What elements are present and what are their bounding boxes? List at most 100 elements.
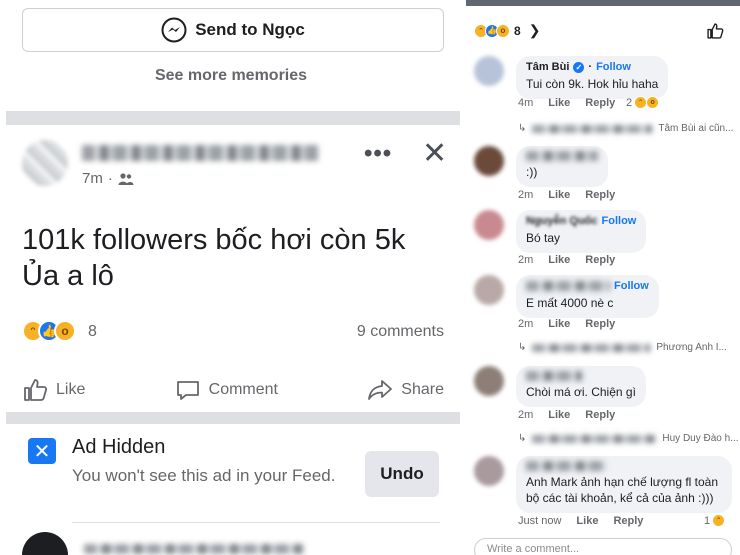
messenger-icon <box>161 17 187 43</box>
haha-icon: ᵔ <box>712 514 726 527</box>
comments-panel: ᵔ 👍 o 8 ❯ Tâm Bùi ✓ · Follow Tui còn 9k.… <box>466 0 740 555</box>
send-to-label: Send to Ngọc <box>195 20 305 39</box>
avatar[interactable] <box>474 210 504 240</box>
comment-time: 2m <box>518 318 534 330</box>
wow-icon: o <box>54 320 76 342</box>
comment-reactions[interactable]: 1 ᵔ <box>704 514 726 527</box>
comment-bubble: Tâm Bùi ✓ · Follow Tui còn 9k. Hok hỉu h… <box>516 56 669 99</box>
comment-time: 2m <box>518 409 534 421</box>
ad-hidden-icon: ✕ <box>28 438 56 464</box>
follow-button[interactable]: Follow <box>602 215 637 227</box>
comment-author[interactable] <box>526 151 598 161</box>
comment-reactions[interactable]: 2 ᵔ o <box>626 96 660 109</box>
post-text-line: 101k followers bốc hơi còn 5k <box>22 224 406 256</box>
verified-icon: ✓ <box>573 61 585 73</box>
reply-preview-text: Tâm Bùi ai cũn... <box>658 123 734 134</box>
thumbs-up-icon <box>24 379 48 401</box>
avatar[interactable] <box>474 146 504 176</box>
comment-bubble: Follow E mất 4000 nè c <box>516 275 659 318</box>
reply-author-avatars <box>532 434 657 443</box>
avatar[interactable] <box>22 532 68 555</box>
post-header: 7m · ••• ✕ <box>22 137 447 192</box>
top-bar <box>466 0 740 6</box>
comment-bubble: Anh Mark ảnh hạn chế lượng fl toàn bộ cá… <box>516 456 732 513</box>
close-icon[interactable]: ✕ <box>422 136 447 171</box>
post-meta: 7m · <box>82 170 134 187</box>
section-divider <box>6 111 460 125</box>
thumbs-up-icon[interactable] <box>706 22 724 40</box>
comment-like-button[interactable]: Like <box>548 189 570 201</box>
reply-preview[interactable]: ↳ Huy Duy Đào h... <box>518 433 739 444</box>
share-icon <box>368 380 393 400</box>
avatar[interactable] <box>474 366 504 396</box>
comment-reply-button[interactable]: Reply <box>585 318 615 330</box>
comment-reply-button[interactable]: Reply <box>613 515 643 527</box>
reply-preview-text: Phương Anh I... <box>656 342 727 353</box>
comment-author[interactable] <box>526 461 606 471</box>
comment-icon <box>176 381 199 400</box>
write-comment-input[interactable]: Write a comment... <box>474 538 732 555</box>
comment-reaction-count: 2 <box>626 96 633 109</box>
reaction-count[interactable]: 8 <box>88 323 97 341</box>
ad-hidden-title: Ad Hidden <box>72 436 166 458</box>
avatar[interactable] <box>474 456 504 486</box>
comment-like-button[interactable]: Like <box>548 254 570 266</box>
comment-label: Comment <box>208 381 278 398</box>
comment-text: E mất 4000 nè c <box>526 296 614 310</box>
like-label: Like <box>56 381 86 398</box>
comment-reply-button[interactable]: Reply <box>585 409 615 421</box>
undo-button[interactable]: Undo <box>365 451 439 497</box>
comment-author[interactable] <box>526 371 582 381</box>
follow-button[interactable]: Follow <box>596 61 631 73</box>
comment-like-button[interactable]: Like <box>548 97 570 109</box>
comment-like-button[interactable]: Like <box>548 409 570 421</box>
comment-author[interactable] <box>526 281 610 291</box>
comment-bubble: Nguyễn Quốc Follow Bó tay <box>516 210 647 253</box>
comment-text: Bó tay <box>526 231 561 245</box>
comment-author[interactable]: Tâm Bùi <box>526 61 569 73</box>
chevron-right-icon: ❯ <box>528 22 541 38</box>
avatar[interactable] <box>474 275 504 305</box>
more-options-icon[interactable]: ••• <box>364 140 392 168</box>
comment-author[interactable]: Nguyễn Quốc <box>526 215 598 227</box>
comment-meta: 2m Like Reply <box>518 254 615 266</box>
send-to-button[interactable]: Send to Ngọc <box>22 8 444 52</box>
share-button[interactable]: Share <box>367 377 444 403</box>
comment-time: 2m <box>518 189 534 201</box>
reply-arrow-icon: ↳ <box>518 433 527 444</box>
comment-reply-button[interactable]: Reply <box>585 189 615 201</box>
next-post-text <box>84 544 304 554</box>
wow-icon: o <box>646 96 660 109</box>
avatar[interactable] <box>474 56 504 86</box>
comment-text: Tui còn 9k. Hok hỉu haha <box>526 77 659 91</box>
comment-meta: 2m Like Reply <box>518 189 615 201</box>
post-text-line: Ủa a lô <box>22 260 114 292</box>
reply-arrow-icon: ↳ <box>518 123 527 134</box>
comment-meta: 2m Like Reply <box>518 409 615 421</box>
follow-button[interactable]: Follow <box>614 280 649 292</box>
avatar[interactable] <box>22 140 68 186</box>
reaction-icons[interactable]: ᵔ 👍 o <box>22 320 76 342</box>
reply-arrow-icon: ↳ <box>518 342 527 353</box>
friends-icon <box>118 172 134 185</box>
reaction-summary[interactable]: ᵔ 👍 o 8 ❯ <box>474 22 540 39</box>
comment-like-button[interactable]: Like <box>576 515 598 527</box>
see-more-memories-link[interactable]: See more memories <box>0 67 462 85</box>
comment-time: 4m <box>518 97 534 109</box>
reply-preview[interactable]: ↳ Tâm Bùi ai cũn... <box>518 123 733 134</box>
share-label: Share <box>401 381 444 398</box>
reaction-count: 8 <box>514 23 521 38</box>
post-panel: Send to Ngọc See more memories 7m · ••• … <box>0 0 462 555</box>
comment-reply-button[interactable]: Reply <box>585 254 615 266</box>
comment-reply-button[interactable]: Reply <box>585 97 615 109</box>
comment-button[interactable]: Comment <box>175 377 278 403</box>
reply-preview[interactable]: ↳ Phương Anh I... <box>518 342 727 353</box>
comment-like-button[interactable]: Like <box>548 318 570 330</box>
like-button[interactable]: Like <box>22 377 85 403</box>
post-actions: Like Comment Share <box>22 370 444 410</box>
comment-time: Just now <box>518 515 562 527</box>
author-name[interactable] <box>82 145 318 161</box>
wow-icon: o <box>496 23 510 38</box>
comments-count[interactable]: 9 comments <box>357 323 444 341</box>
post-time[interactable]: 7m <box>82 170 103 187</box>
